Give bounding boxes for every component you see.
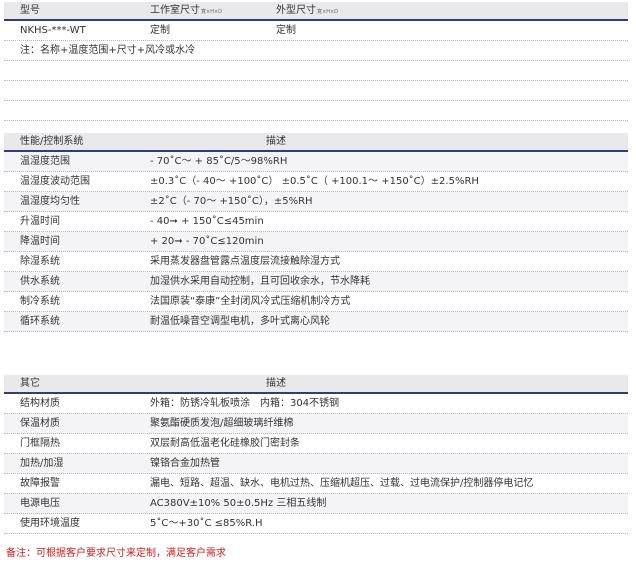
row-label: 温湿度均匀性 [20, 196, 80, 207]
work-size-value: 定制 [150, 25, 170, 36]
row-value: 耐温低噪音空调型电机，多叶式离心风轮 [150, 316, 330, 327]
model-table: 型号 工作室尺寸寛×H×D 外型尺寸寛×H×D NKHS-***-WT 定制 定… [4, 2, 628, 121]
empty-row [4, 81, 628, 101]
other-table: 其它 描述 结构材质 外箱：防锈冷轧板喷涂 内箱：304不锈钢 保温材质 聚氨酯硬质… [4, 375, 628, 534]
row-label: 结构材质 [20, 398, 60, 409]
header-outer-size: 外型尺寸寛×H×D [276, 5, 338, 16]
row-value: 镍铬合金加热管 [150, 458, 220, 469]
row-value: 聚氨酯硬质发泡/超细玻璃纤维棉 [150, 418, 294, 429]
row-label: 降温时间 [20, 236, 60, 247]
table-row: 温湿度均匀性 ±2˚C（- 70～ +150˚C），±5%RH [4, 192, 628, 212]
row-label: 加热/加湿 [20, 458, 64, 469]
row-label: 保温材质 [20, 418, 60, 429]
row-value: 5˚C～+30˚C ≤85%R.H [150, 518, 263, 529]
table-row: 加热/加湿 镍铬合金加热管 [4, 454, 628, 474]
outer-size-value: 定制 [276, 25, 296, 36]
row-value: - 70˚C～ + 85˚C/5～98%RH [150, 156, 288, 167]
header-performance: 性能/控制系统 [20, 136, 84, 147]
row-label: 制冷系统 [20, 296, 60, 307]
table-row: 结构材质 外箱：防锈冷轧板喷涂 内箱：304不锈钢 [4, 394, 628, 414]
row-value: + 20➞ - 70˚C≤120min [150, 236, 264, 247]
row-value: 采用蒸发器盘管露点温度层流接触除湿方式 [150, 256, 340, 267]
table-row: 循环系统 耐温低噪音空调型电机，多叶式离心风轮 [4, 312, 628, 332]
header-model: 型号 [20, 5, 40, 16]
table-row: 温湿度波动范围 ±0.3˚C（- 40～ +100˚C） ±0.5˚C（ +100… [4, 172, 628, 192]
row-value: 法国原装“泰康”全封闭风冷式压缩机制冷方式 [150, 296, 351, 307]
footer-note: 备注：可根据客户要求尺寸来定制，满足客户需求 [6, 548, 226, 559]
row-label: 温湿度波动范围 [20, 176, 90, 187]
row-value: 加湿供水采用自动控制，且可回收余水，节水降耗 [150, 276, 370, 287]
row-label: 升温时间 [20, 216, 60, 227]
empty-row [4, 61, 628, 81]
row-label: 电源电压 [20, 498, 60, 509]
performance-table: 性能/控制系统 描述 温湿度范围 - 70˚C～ + 85˚C/5～98%RH 温… [4, 133, 628, 332]
performance-table-header: 性能/控制系统 描述 [4, 133, 628, 152]
row-label: 使用环境温度 [20, 518, 80, 529]
model-note-row: 注：名称+温度范围+尺寸+风冷或水冷 [4, 41, 628, 61]
model-table-header: 型号 工作室尺寸寛×H×D 外型尺寸寛×H×D [4, 2, 628, 21]
header-description: 描述 [266, 136, 286, 147]
row-value: 漏电、短路、超温、缺水、电机过热、压缩机超压、过载、过电流保护/控制器停电记忆 [150, 478, 534, 489]
row-label: 门框隔热 [20, 438, 60, 449]
row-value: 双层耐高低温老化硅橡胶门密封条 [150, 438, 300, 449]
table-row: 使用环境温度 5˚C～+30˚C ≤85%R.H [4, 514, 628, 534]
table-row: 升温时间 - 40➞ + 150˚C≤45min [4, 212, 628, 232]
model-value: NKHS-***-WT [20, 25, 86, 36]
row-label: 供水系统 [20, 276, 60, 287]
header-description: 描述 [266, 378, 286, 389]
row-value: AC380V±10% 50±0.5Hz 三相五线制 [150, 498, 327, 509]
table-row: 降温时间 + 20➞ - 70˚C≤120min [4, 232, 628, 252]
other-table-header: 其它 描述 [4, 375, 628, 394]
table-row: 电源电压 AC380V±10% 50±0.5Hz 三相五线制 [4, 494, 628, 514]
table-row: 门框隔热 双层耐高低温老化硅橡胶门密封条 [4, 434, 628, 454]
table-row: 制冷系统 法国原装“泰康”全封闭风冷式压缩机制冷方式 [4, 292, 628, 312]
table-row: 供水系统 加湿供水采用自动控制，且可回收余水，节水降耗 [4, 272, 628, 292]
row-label: 故障报警 [20, 478, 60, 489]
table-row: 保温材质 聚氨酯硬质发泡/超细玻璃纤维棉 [4, 414, 628, 434]
model-row: NKHS-***-WT 定制 定制 [4, 21, 628, 41]
row-label: 除湿系统 [20, 256, 60, 267]
row-value: ±0.3˚C（- 40～ +100˚C） ±0.5˚C（ +100.1～ +15… [150, 176, 479, 187]
row-value: - 40➞ + 150˚C≤45min [150, 216, 264, 227]
model-note: 注：名称+温度范围+尺寸+风冷或水冷 [20, 45, 196, 56]
row-label: 循环系统 [20, 316, 60, 327]
header-other: 其它 [20, 378, 40, 389]
row-value: ±2˚C（- 70～ +150˚C），±5%RH [150, 196, 313, 207]
header-work-size: 工作室尺寸寛×H×D [150, 5, 222, 16]
table-row: 温湿度范围 - 70˚C～ + 85˚C/5～98%RH [4, 152, 628, 172]
table-row: 故障报警 漏电、短路、超温、缺水、电机过热、压缩机超压、过载、过电流保护/控制器停… [4, 474, 628, 494]
row-label: 温湿度范围 [20, 156, 70, 167]
empty-row [4, 101, 628, 121]
table-row: 除湿系统 采用蒸发器盘管露点温度层流接触除湿方式 [4, 252, 628, 272]
row-value: 外箱：防锈冷轧板喷涂 内箱：304不锈钢 [150, 398, 340, 409]
